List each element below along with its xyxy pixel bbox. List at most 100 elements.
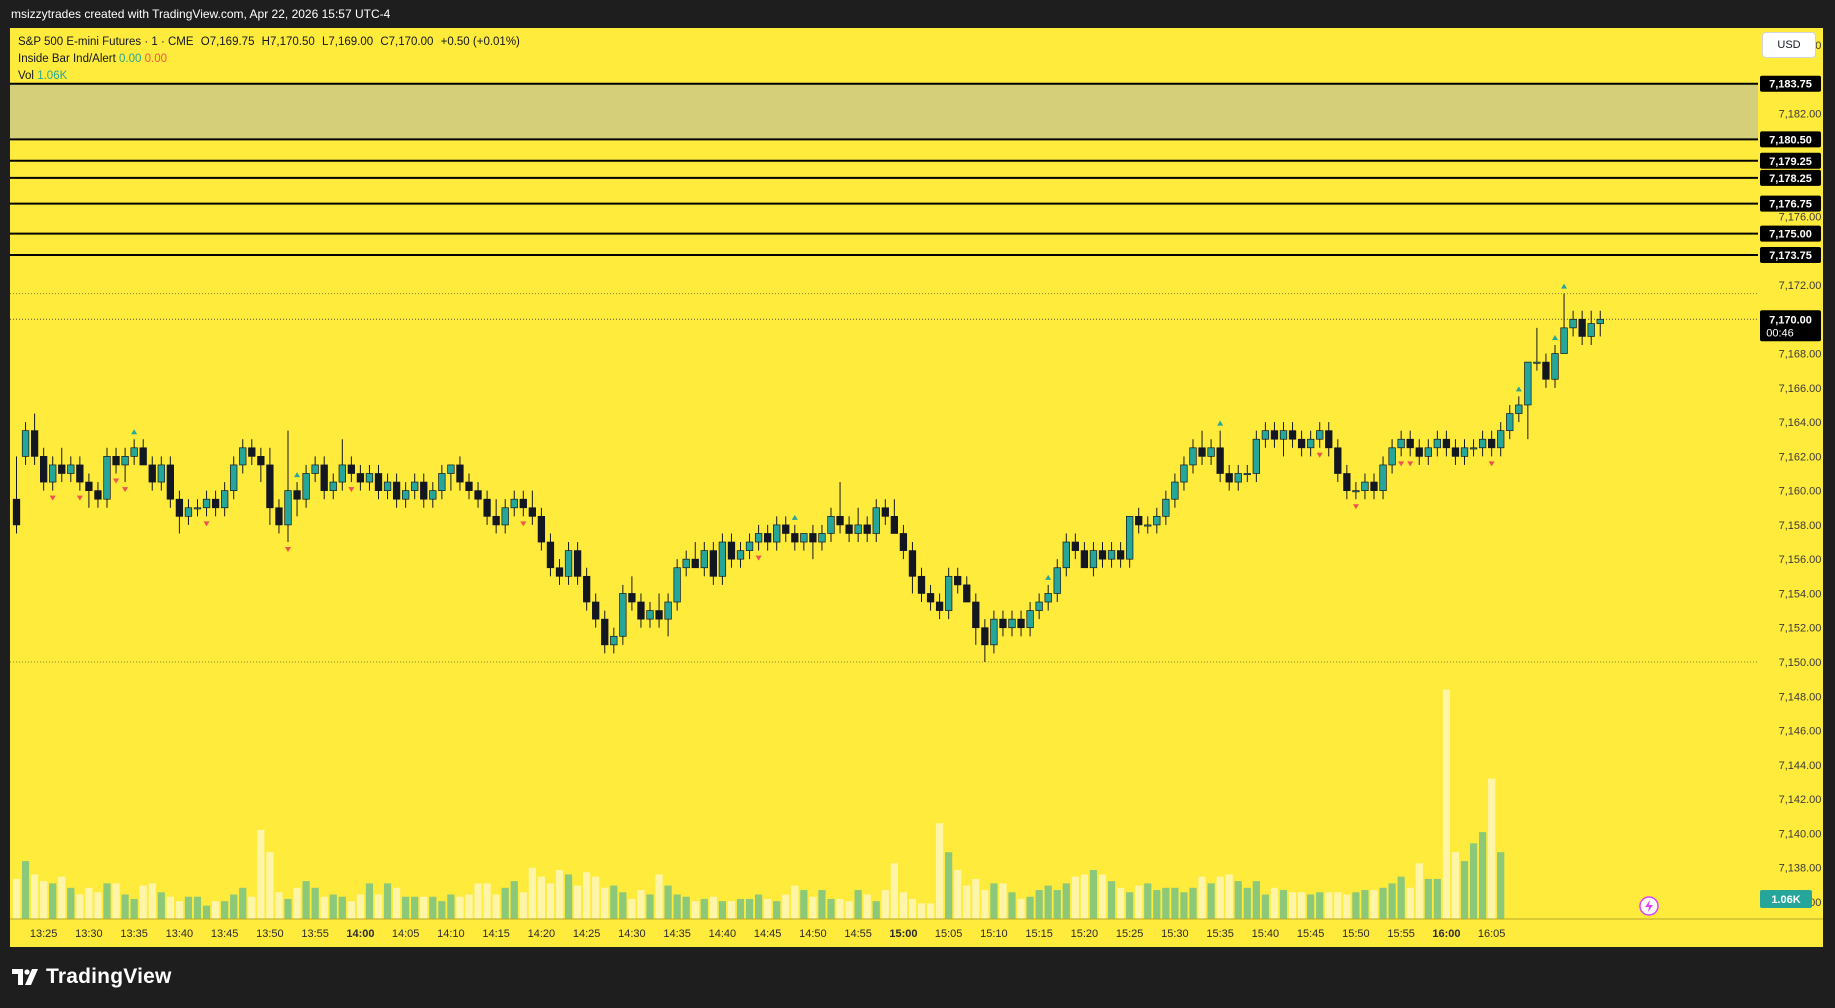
candle[interactable]	[1116, 550, 1125, 560]
candle[interactable]	[1270, 430, 1279, 440]
candle[interactable]	[682, 558, 690, 569]
candle[interactable]	[573, 550, 582, 577]
candle[interactable]	[1098, 550, 1107, 560]
candle[interactable]	[1515, 404, 1523, 414]
candle[interactable]	[1379, 464, 1387, 491]
candle[interactable]	[1334, 447, 1342, 474]
candle[interactable]	[1162, 498, 1170, 517]
candle[interactable]	[474, 490, 482, 500]
candle[interactable]	[782, 524, 790, 534]
candle[interactable]	[1325, 430, 1333, 449]
candle[interactable]	[1451, 447, 1460, 457]
candle[interactable]	[1198, 447, 1206, 457]
candle[interactable]	[374, 473, 383, 491]
candle[interactable]	[1587, 323, 1595, 337]
candle[interactable]	[30, 430, 39, 457]
candle[interactable]	[592, 601, 600, 620]
candle[interactable]	[1243, 473, 1251, 476]
candle[interactable]	[845, 524, 853, 534]
candle[interactable]	[1406, 438, 1414, 449]
candle[interactable]	[519, 498, 527, 509]
candle[interactable]	[1343, 473, 1351, 491]
candle[interactable]	[836, 515, 844, 526]
candle[interactable]	[184, 507, 193, 517]
candle[interactable]	[1487, 438, 1496, 449]
candle[interactable]	[1207, 447, 1215, 457]
candle[interactable]	[411, 481, 419, 491]
candle[interactable]	[944, 575, 953, 611]
candle[interactable]	[293, 490, 301, 500]
candle[interactable]	[727, 541, 736, 560]
candle[interactable]	[673, 567, 681, 603]
candle[interactable]	[1261, 430, 1270, 440]
candle[interactable]	[166, 464, 175, 500]
candle[interactable]	[1478, 438, 1487, 449]
candle[interactable]	[963, 584, 971, 603]
candle[interactable]	[275, 507, 283, 526]
candle[interactable]	[537, 515, 546, 543]
candle[interactable]	[193, 507, 202, 510]
candle[interactable]	[763, 533, 772, 543]
candle[interactable]	[610, 635, 618, 646]
price-chart[interactable]: 7,136.007,138.007,140.007,142.007,144.00…	[10, 28, 1823, 947]
candle[interactable]	[1542, 361, 1550, 380]
candle[interactable]	[157, 464, 165, 483]
candle[interactable]	[1107, 550, 1116, 560]
tradingview-logo[interactable]: TradingView	[12, 965, 172, 989]
candle[interactable]	[284, 490, 292, 526]
candle[interactable]	[1316, 430, 1324, 440]
candle[interactable]	[1460, 447, 1469, 457]
candle[interactable]	[148, 464, 156, 483]
candle[interactable]	[1533, 361, 1541, 364]
candle[interactable]	[112, 456, 120, 466]
candle[interactable]	[139, 447, 147, 466]
candle[interactable]	[1062, 541, 1070, 569]
candle[interactable]	[1506, 413, 1514, 432]
candle[interactable]	[1216, 447, 1224, 474]
candle[interactable]	[546, 541, 555, 569]
candle[interactable]	[383, 481, 392, 491]
candle[interactable]	[1171, 481, 1179, 500]
candle[interactable]	[582, 575, 591, 603]
candle[interactable]	[302, 473, 310, 500]
candle[interactable]	[700, 550, 708, 569]
candle[interactable]	[1361, 481, 1369, 491]
candle[interactable]	[1135, 515, 1143, 526]
candle[interactable]	[456, 464, 464, 483]
candle[interactable]	[1035, 601, 1043, 611]
candle[interactable]	[1026, 610, 1034, 629]
candle[interactable]	[709, 550, 717, 577]
candle[interactable]	[1252, 438, 1261, 474]
candle[interactable]	[818, 533, 826, 543]
candle[interactable]	[646, 610, 654, 620]
currency-button[interactable]: USD	[1762, 32, 1816, 58]
candle[interactable]	[619, 593, 627, 637]
candle[interactable]	[899, 533, 908, 551]
candle[interactable]	[1469, 447, 1478, 450]
candle[interactable]	[1153, 515, 1161, 526]
candle[interactable]	[890, 515, 898, 534]
candle[interactable]	[94, 490, 102, 500]
candle[interactable]	[12, 498, 21, 526]
candle[interactable]	[1524, 361, 1532, 406]
candle[interactable]	[628, 593, 636, 603]
candle[interactable]	[528, 507, 536, 517]
candle[interactable]	[1596, 318, 1604, 324]
candle[interactable]	[40, 456, 48, 483]
candle[interactable]	[1370, 481, 1378, 491]
candle[interactable]	[1306, 438, 1315, 449]
candle[interactable]	[248, 447, 256, 457]
candle[interactable]	[230, 464, 238, 491]
candle[interactable]	[175, 498, 184, 517]
candle[interactable]	[601, 618, 609, 646]
candle[interactable]	[501, 507, 509, 526]
candle[interactable]	[356, 473, 365, 483]
candle[interactable]	[1297, 438, 1306, 449]
candle[interactable]	[990, 618, 998, 646]
candle[interactable]	[926, 593, 935, 603]
candle[interactable]	[691, 558, 699, 569]
candle[interactable]	[202, 498, 211, 509]
candle[interactable]	[972, 601, 980, 629]
candle[interactable]	[447, 464, 455, 474]
candle[interactable]	[392, 481, 401, 500]
